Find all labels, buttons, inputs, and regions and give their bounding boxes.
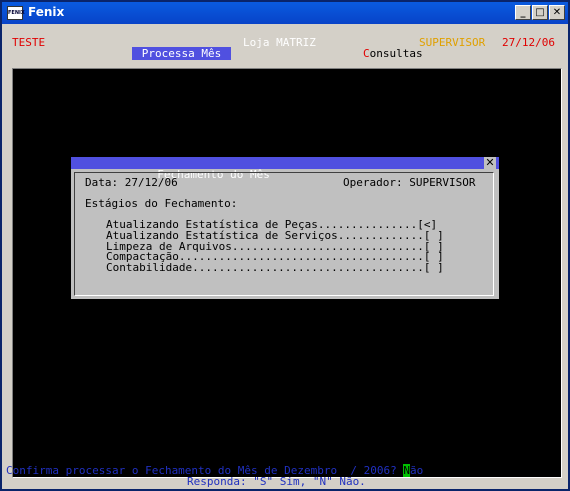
stage-item: Contabilidade...........................… [106, 261, 444, 274]
dialog-title-bar: Fechamento do Mês ✕ [71, 157, 499, 181]
fenix-app-icon[interactable]: FENIX [7, 6, 25, 20]
maximize-button[interactable]: □ [532, 5, 548, 20]
terminal-screen: Fechamento do Mês ✕ Data: 27/12/06 Opera… [12, 68, 562, 478]
store-name: Loja MATRIZ [243, 36, 316, 49]
company-name: TESTE [12, 36, 46, 49]
menu-processa-mes[interactable]: Processa Mês [132, 47, 231, 60]
title-bar[interactable]: FENIX Fenix _ □ ✕ [2, 2, 568, 24]
fechamento-dialog: Fechamento do Mês ✕ Data: 27/12/06 Opera… [71, 157, 499, 299]
header-date: 27/12/06 [502, 36, 555, 49]
menu-consultas[interactable]: Consultas [363, 47, 423, 60]
dialog-close-button[interactable]: ✕ [484, 157, 496, 169]
answer-hotkey[interactable]: N [403, 464, 410, 477]
user-name: SUPERVISOR [419, 36, 486, 49]
answer-hint: Responda: "S" Sim, "N" Não. [187, 475, 366, 488]
app-window: FENIX Fenix _ □ ✕ TESTE Loja MATRIZ SUPE… [0, 0, 570, 491]
terminal-client-area: TESTE Loja MATRIZ SUPERVISOR 27/12/06 Pr… [2, 24, 568, 489]
close-button[interactable]: ✕ [549, 5, 565, 20]
stages-heading: Estágios do Fechamento: [85, 197, 238, 210]
menu-consultas-hotkey: C [363, 47, 370, 60]
menu-consultas-label: onsultas [369, 47, 423, 60]
answer-rest: ão [409, 464, 424, 477]
dialog-operator: Operador: SUPERVISOR [343, 176, 476, 189]
window-title: Fenix [28, 5, 65, 19]
dialog-body: Data: 27/12/06 Operador: SUPERVISOR Está… [74, 172, 494, 296]
minimize-button[interactable]: _ [515, 5, 531, 20]
dialog-date: Data: 27/12/06 [85, 176, 178, 189]
